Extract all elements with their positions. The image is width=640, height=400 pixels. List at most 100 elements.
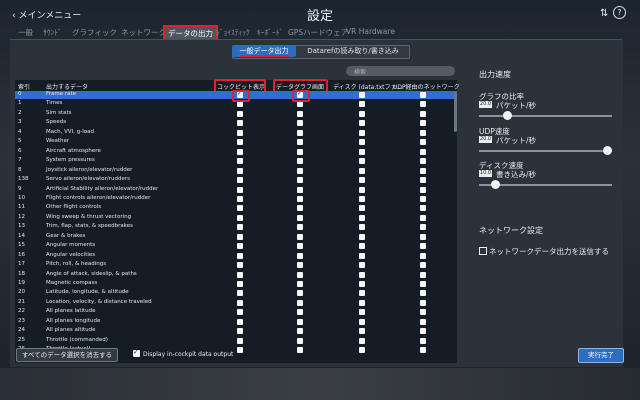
table-row[interactable]: 7 System pressures	[15, 157, 457, 165]
graph-checkbox[interactable]	[297, 110, 303, 117]
udp-checkbox[interactable]	[420, 309, 426, 316]
udp-checkbox[interactable]	[420, 129, 426, 136]
cockpit-checkbox[interactable]	[237, 271, 243, 278]
graph-checkbox[interactable]	[297, 262, 303, 269]
udp-rate-slider[interactable]	[603, 146, 612, 155]
tab-graphics[interactable]: グラフィック	[72, 27, 117, 38]
disk-checkbox[interactable]	[359, 167, 365, 174]
udp-checkbox[interactable]	[420, 243, 426, 250]
disk-rate-field[interactable]: 10.0	[479, 170, 492, 177]
disk-checkbox[interactable]	[359, 347, 365, 354]
graph-checkbox[interactable]	[297, 347, 303, 354]
disk-checkbox[interactable]	[359, 281, 365, 287]
udp-checkbox[interactable]	[420, 158, 426, 165]
disk-checkbox[interactable]	[359, 195, 365, 202]
udp-checkbox[interactable]	[420, 337, 426, 344]
cockpit-checkbox[interactable]	[237, 290, 243, 297]
disk-checkbox[interactable]	[359, 337, 365, 344]
graph-checkbox[interactable]	[297, 186, 303, 193]
graph-checkbox[interactable]	[297, 224, 303, 231]
udp-checkbox[interactable]	[420, 186, 426, 193]
tab-sound[interactable]: ｻｳﾝﾄﾞ	[43, 27, 62, 38]
tab-keyboard[interactable]: ｷｰﾎﾞｰﾄﾞ	[257, 27, 283, 38]
graph-checkbox[interactable]	[297, 167, 303, 174]
udp-checkbox[interactable]	[420, 167, 426, 174]
graph-checkbox[interactable]	[297, 299, 303, 306]
graph-checkbox[interactable]	[297, 177, 303, 184]
cockpit-checkbox[interactable]	[237, 252, 243, 259]
cockpit-checkbox[interactable]	[237, 205, 243, 212]
disk-checkbox[interactable]	[359, 139, 365, 146]
graph-checkbox[interactable]	[297, 120, 303, 127]
disk-checkbox[interactable]	[359, 318, 365, 325]
graph-checkbox[interactable]	[297, 337, 303, 344]
disk-checkbox[interactable]	[359, 299, 365, 306]
graph-checkbox[interactable]	[297, 233, 303, 240]
disk-checkbox[interactable]	[359, 129, 365, 136]
done-button[interactable]: 実行完了	[578, 348, 624, 363]
graph-checkbox[interactable]	[297, 129, 303, 136]
header-udp[interactable]: UDP経由のネットワーク	[393, 82, 460, 91]
disk-checkbox[interactable]	[359, 205, 365, 212]
udp-checkbox[interactable]	[420, 347, 426, 354]
cockpit-checkbox[interactable]	[237, 262, 243, 269]
udp-checkbox[interactable]	[420, 318, 426, 325]
disk-checkbox[interactable]	[359, 92, 365, 98]
cockpit-checkbox[interactable]	[237, 318, 243, 325]
table-row[interactable]: 10 Flight controls aileron/elevator/rudde…	[15, 195, 457, 203]
udp-checkbox[interactable]	[420, 271, 426, 278]
graph-checkbox[interactable]	[297, 328, 303, 335]
udp-rate-field[interactable]: 20.0	[479, 136, 492, 143]
cockpit-checkbox[interactable]	[237, 328, 243, 335]
graph-checkbox[interactable]	[297, 139, 303, 146]
cockpit-output-checkbox[interactable]	[133, 348, 140, 357]
table-row[interactable]: 25 Throttle (commanded)	[15, 337, 457, 345]
table-row[interactable]: 23 All planes longitude	[15, 318, 457, 326]
subtab-dataref[interactable]: Datarefの読み取り/書き込み	[298, 45, 408, 57]
disk-checkbox[interactable]	[359, 148, 365, 155]
udp-checkbox[interactable]	[420, 299, 426, 306]
disk-checkbox[interactable]	[359, 120, 365, 127]
udp-checkbox[interactable]	[420, 214, 426, 221]
udp-checkbox[interactable]	[420, 262, 426, 269]
disk-checkbox[interactable]	[359, 224, 365, 231]
disk-rate-slider[interactable]	[491, 180, 500, 189]
cockpit-checkbox[interactable]	[237, 101, 243, 108]
table-row[interactable]: 3 Speeds	[15, 119, 457, 127]
udp-checkbox[interactable]	[420, 139, 426, 146]
table-row[interactable]: 8 Joystick aileron/elevator/rudder	[15, 167, 457, 175]
table-row[interactable]: 14 Gear & brakes	[15, 233, 457, 241]
udp-checkbox[interactable]	[420, 92, 426, 98]
table-row[interactable]: 6 Aircraft atmosphere	[15, 148, 457, 156]
udp-checkbox[interactable]	[420, 101, 426, 108]
disk-checkbox[interactable]	[359, 309, 365, 316]
help-icon[interactable]: ?	[613, 6, 626, 19]
graph-checkbox[interactable]	[297, 205, 303, 212]
graph-rate-field[interactable]: 20.0	[479, 101, 492, 108]
cockpit-checkbox[interactable]	[237, 337, 243, 344]
udp-checkbox[interactable]	[420, 195, 426, 202]
cockpit-checkbox[interactable]	[237, 243, 243, 250]
table-row[interactable]: 4 Mach, VVI, g-load	[15, 129, 457, 137]
disk-checkbox[interactable]	[359, 243, 365, 250]
disk-checkbox[interactable]	[359, 186, 365, 193]
cockpit-checkbox[interactable]	[237, 281, 243, 287]
disk-checkbox[interactable]	[359, 290, 365, 297]
disk-checkbox[interactable]	[359, 271, 365, 278]
udp-checkbox[interactable]	[420, 281, 426, 287]
udp-checkbox[interactable]	[420, 205, 426, 212]
cockpit-checkbox[interactable]	[237, 347, 243, 354]
graph-checkbox[interactable]	[297, 271, 303, 278]
cockpit-checkbox[interactable]	[237, 177, 243, 184]
cockpit-checkbox[interactable]	[237, 110, 243, 117]
table-row[interactable]: 12 Wing sweep & thrust vectoring	[15, 214, 457, 222]
table-row[interactable]: 5 Weather	[15, 138, 457, 146]
graph-checkbox[interactable]	[297, 290, 303, 297]
table-row[interactable]: 2 Sim stats	[15, 110, 457, 118]
graph-checkbox[interactable]	[297, 281, 303, 287]
table-row[interactable]: 15 Angular moments	[15, 242, 457, 250]
udp-checkbox[interactable]	[420, 177, 426, 184]
table-row[interactable]: 13 Trim, flap, stats, & speedbrakes	[15, 223, 457, 231]
udp-checkbox[interactable]	[420, 224, 426, 231]
table-row[interactable]: 20 Latitude, longitude, & altitude	[15, 289, 457, 297]
